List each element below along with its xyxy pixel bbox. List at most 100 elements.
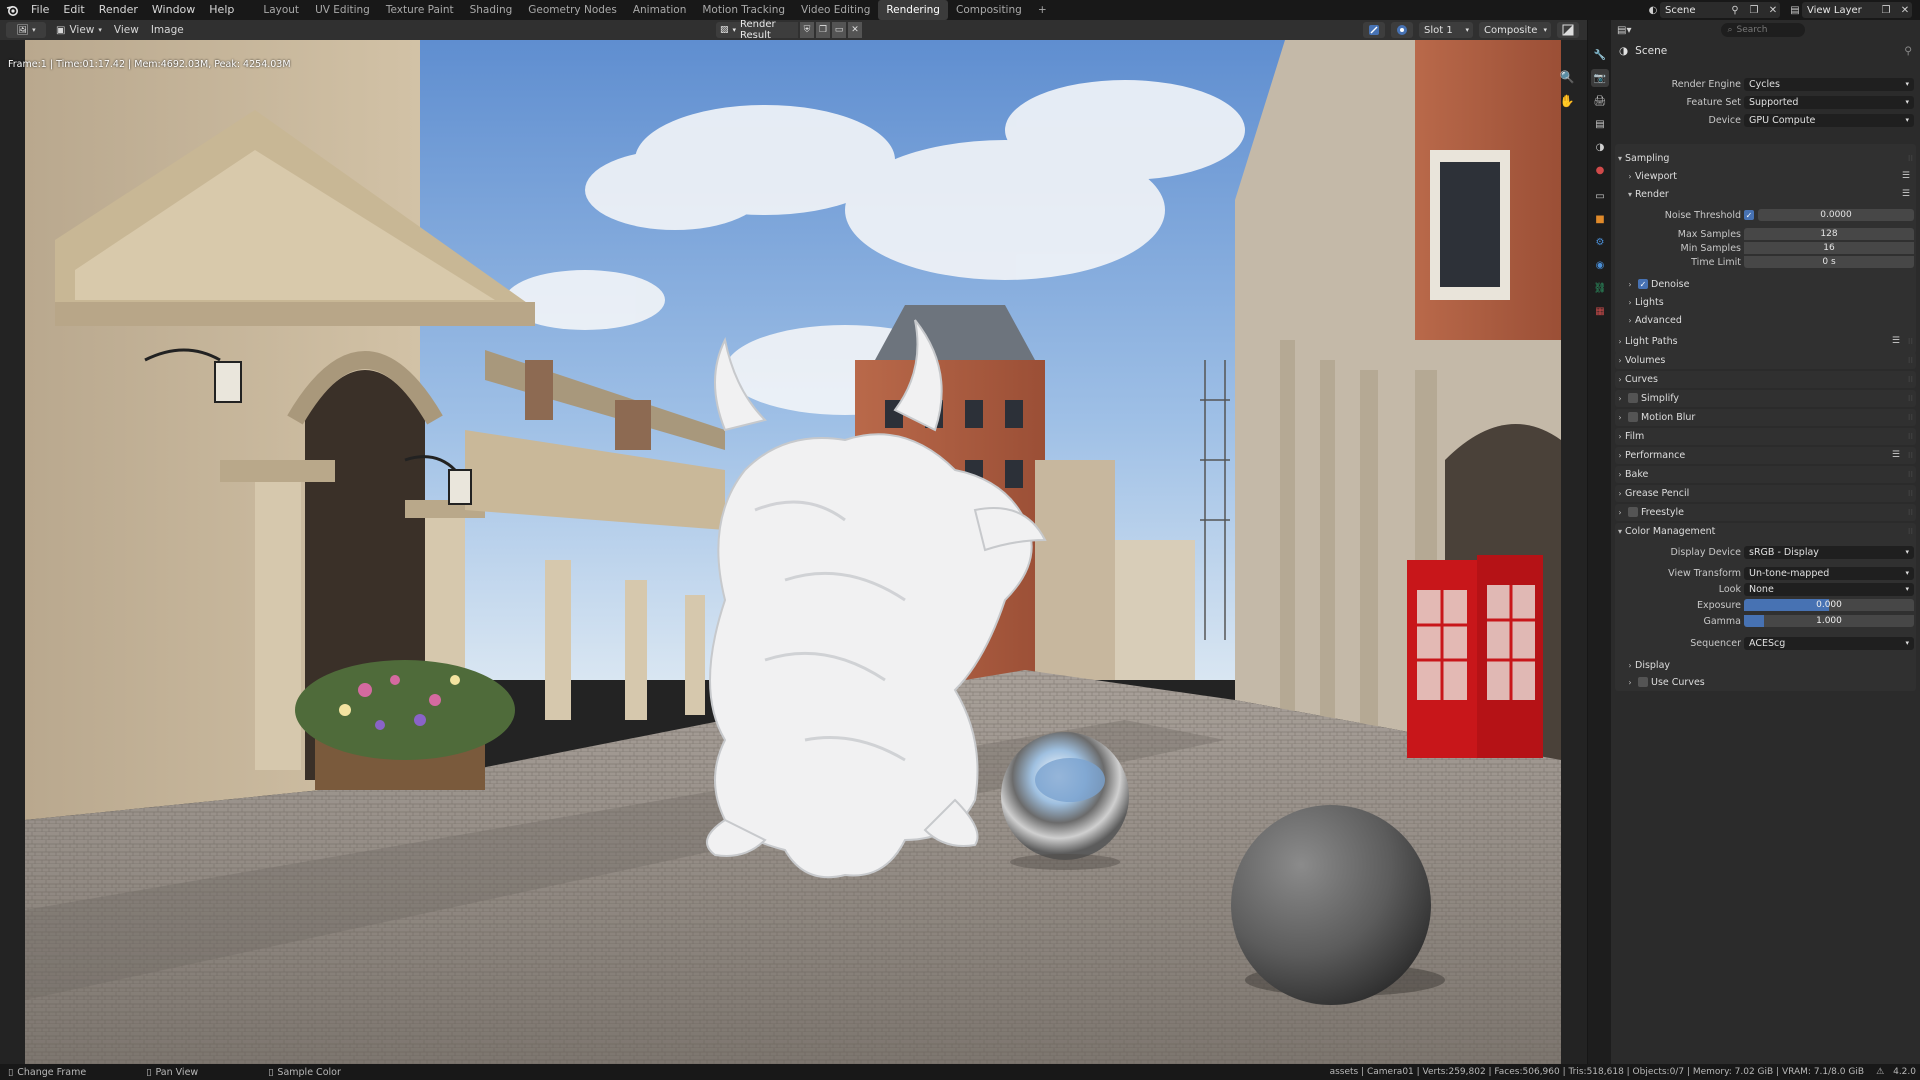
image-viewport[interactable]: Frame:1 | Time:01:17.42 | Mem:4692.03M, … xyxy=(0,40,1587,1064)
freestyle-checkbox[interactable] xyxy=(1628,507,1638,517)
drag-handle-icon[interactable]: ⁝⁝ xyxy=(1908,527,1913,536)
drag-handle-icon[interactable]: ⁝⁝ xyxy=(1908,489,1913,498)
simplify-checkbox[interactable] xyxy=(1628,393,1638,403)
menu-render[interactable]: Render xyxy=(92,0,145,20)
object-tab-icon[interactable]: ■ xyxy=(1591,210,1609,228)
curves-header[interactable]: › Curves ⁝⁝ xyxy=(1615,371,1916,387)
tab-video-editing[interactable]: Video Editing xyxy=(793,0,878,20)
preset-list-icon[interactable]: ☰ xyxy=(1902,189,1910,199)
display-subpanel-header[interactable]: › Display xyxy=(1625,657,1916,673)
denoise-checkbox[interactable]: ✓ xyxy=(1638,279,1648,289)
display-channels-icon[interactable] xyxy=(1557,22,1579,38)
zoom-icon[interactable]: 🔍 xyxy=(1560,70,1575,84)
menu-image[interactable]: Image xyxy=(145,22,190,38)
film-header[interactable]: › Film ⁝⁝ xyxy=(1615,428,1916,444)
feature-set-dropdown[interactable]: Supported ▾ xyxy=(1744,95,1914,109)
gizmo-toggle-icon[interactable] xyxy=(1363,22,1385,38)
pin-icon[interactable]: ⚲ xyxy=(1728,3,1742,17)
view-mode-selector[interactable]: ▣ View ▾ xyxy=(50,22,108,38)
warning-icon[interactable]: ⚠ xyxy=(1876,1067,1884,1077)
volumes-header[interactable]: › Volumes ⁝⁝ xyxy=(1615,352,1916,368)
denoise-subpanel-header[interactable]: › ✓ Denoise xyxy=(1625,276,1916,292)
drag-handle-icon[interactable]: ⁝⁝ xyxy=(1908,356,1913,365)
modifier-tab-icon[interactable]: ⚙ xyxy=(1591,233,1609,251)
lights-subpanel-header[interactable]: › Lights xyxy=(1625,294,1916,310)
drag-handle-icon[interactable]: ⁝⁝ xyxy=(1908,375,1913,384)
tab-motion-tracking[interactable]: Motion Tracking xyxy=(694,0,793,20)
pass-selector[interactable]: Composite ▾ xyxy=(1479,22,1551,38)
noise-threshold-field[interactable]: 0.0000 xyxy=(1758,209,1914,221)
preset-list-icon[interactable]: ☰ xyxy=(1902,171,1910,181)
look-dropdown[interactable]: None ▾ xyxy=(1744,582,1914,596)
menu-help[interactable]: Help xyxy=(202,0,241,20)
drag-handle-icon[interactable]: ⁝⁝ xyxy=(1908,432,1913,441)
view-layer-selector[interactable]: View Layer ❐ ✕ xyxy=(1802,2,1912,18)
noise-threshold-checkbox[interactable]: ✓ xyxy=(1744,210,1754,220)
scene-tab-icon[interactable]: ◑ xyxy=(1591,138,1609,156)
tab-uv-editing[interactable]: UV Editing xyxy=(307,0,378,20)
slot-selector[interactable]: Slot 1 ▾ xyxy=(1419,22,1473,38)
render-engine-dropdown[interactable]: Cycles ▾ xyxy=(1744,77,1914,91)
texture-tab-icon[interactable]: ▦ xyxy=(1591,302,1609,320)
menu-edit[interactable]: Edit xyxy=(56,0,91,20)
freestyle-header[interactable]: › Freestyle ⁝⁝ xyxy=(1615,504,1916,520)
render-subpanel-header[interactable]: ▾ Render ☰ xyxy=(1625,186,1916,202)
motion-blur-header[interactable]: › Motion Blur ⁝⁝ xyxy=(1615,409,1916,425)
constraint-tab-icon[interactable]: ⛓ xyxy=(1591,279,1609,297)
viewport-subpanel-header[interactable]: › Viewport ☰ xyxy=(1625,168,1916,184)
drag-handle-icon[interactable]: ⁝⁝ xyxy=(1908,413,1913,422)
tab-rendering[interactable]: Rendering xyxy=(878,0,948,20)
render-tab-icon[interactable]: 📷 xyxy=(1591,69,1609,87)
preset-list-icon[interactable]: ☰ xyxy=(1892,450,1900,460)
motion-blur-checkbox[interactable] xyxy=(1628,412,1638,422)
use-curves-checkbox[interactable] xyxy=(1638,677,1648,687)
gamma-slider[interactable]: 1.000 xyxy=(1744,615,1914,627)
device-dropdown[interactable]: GPU Compute ▾ xyxy=(1744,113,1914,127)
view-transform-dropdown[interactable]: Un-tone-mapped ▾ xyxy=(1744,566,1914,580)
menu-view[interactable]: View xyxy=(108,22,145,38)
menu-file[interactable]: File xyxy=(24,0,56,20)
simplify-header[interactable]: › Simplify ⁝⁝ xyxy=(1615,390,1916,406)
time-limit-field[interactable]: 0 s xyxy=(1744,256,1914,268)
scene-selector[interactable]: Scene ⚲ ❐ ✕ xyxy=(1660,2,1780,18)
drag-handle-icon[interactable]: ⁝⁝ xyxy=(1908,451,1913,460)
close-icon[interactable]: ✕ xyxy=(1766,3,1780,17)
advanced-subpanel-header[interactable]: › Advanced xyxy=(1625,312,1916,328)
copy-icon[interactable]: ❐ xyxy=(1879,3,1893,17)
tab-shading[interactable]: Shading xyxy=(462,0,521,20)
close-icon[interactable]: ✕ xyxy=(848,22,862,38)
fake-user-icon[interactable]: ⛨ xyxy=(800,22,814,38)
drag-handle-icon[interactable]: ⁝⁝ xyxy=(1908,154,1913,163)
world-tab-icon[interactable]: ● xyxy=(1591,161,1609,179)
image-selector[interactable]: ▨ ▾ Render Result xyxy=(716,19,798,41)
scene-icon[interactable]: ◐ xyxy=(1646,3,1660,17)
tab-texture-paint[interactable]: Texture Paint xyxy=(378,0,462,20)
bake-header[interactable]: › Bake ⁝⁝ xyxy=(1615,466,1916,482)
physics-tab-icon[interactable]: ◉ xyxy=(1591,256,1609,274)
tab-animation[interactable]: Animation xyxy=(625,0,695,20)
menu-window[interactable]: Window xyxy=(145,0,202,20)
close-icon[interactable]: ✕ xyxy=(1898,3,1912,17)
sampling-header[interactable]: ▾ Sampling ⁝⁝ xyxy=(1615,150,1916,166)
add-workspace-button[interactable]: + xyxy=(1030,0,1055,20)
light-paths-header[interactable]: › Light Paths ☰ ⁝⁝ xyxy=(1615,333,1916,349)
tool-tab-icon[interactable]: 🔧 xyxy=(1591,46,1609,64)
preset-list-icon[interactable]: ☰ xyxy=(1892,336,1900,346)
drag-handle-icon[interactable]: ⁝⁝ xyxy=(1908,470,1913,479)
drag-handle-icon[interactable]: ⁝⁝ xyxy=(1908,337,1913,346)
copy-icon[interactable]: ❐ xyxy=(1747,3,1761,17)
open-image-icon[interactable]: ▭ xyxy=(832,22,846,38)
blender-logo-icon[interactable] xyxy=(0,0,24,20)
view-layer-icon[interactable]: ▤ xyxy=(1788,3,1802,17)
tab-geometry-nodes[interactable]: Geometry Nodes xyxy=(520,0,625,20)
search-input[interactable]: ⌕ Search xyxy=(1721,23,1806,37)
overlay-toggle-icon[interactable] xyxy=(1391,22,1413,38)
color-management-header[interactable]: ▾ Color Management ⁝⁝ xyxy=(1615,523,1916,539)
sequencer-dropdown[interactable]: ACEScg ▾ xyxy=(1744,636,1914,650)
exposure-slider[interactable]: 0.000 xyxy=(1744,599,1914,611)
max-samples-field[interactable]: 128 xyxy=(1744,228,1914,240)
drag-handle-icon[interactable]: ⁝⁝ xyxy=(1908,394,1913,403)
tab-layout[interactable]: Layout xyxy=(255,0,307,20)
collection-tab-icon[interactable]: ▭ xyxy=(1591,187,1609,205)
editor-type-selector[interactable]: 🖼 ▾ xyxy=(6,22,46,38)
